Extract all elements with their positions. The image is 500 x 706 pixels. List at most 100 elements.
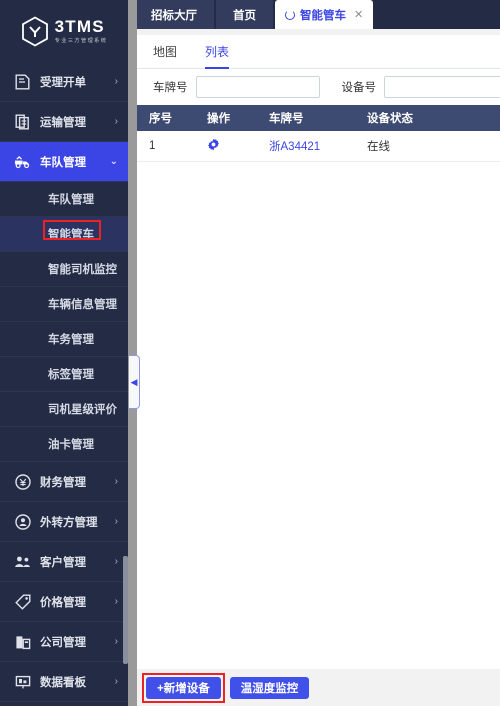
sidebar-item-waizhuanfang-guanli[interactable]: 外转方管理 › (0, 502, 128, 542)
chevron-right-icon: › (114, 555, 118, 567)
sidebar-subitem-label: 智能管车 (48, 229, 94, 241)
sidebar-collapse-handle[interactable]: ◀ (129, 355, 140, 409)
sidebar-item-label: 数据看板 (40, 676, 86, 689)
device-number-input[interactable] (384, 76, 500, 98)
user-circle-icon (14, 513, 31, 530)
cell-status: 在线 (355, 131, 500, 162)
chevron-right-icon: › (114, 75, 118, 87)
sidebar-subitem-cheliang-xinxi-guanli[interactable]: 车辆信息管理 (0, 287, 128, 322)
main-region: 招标大厅 首页 智能管车 ✕ 地图 列表 车牌号 设备号 序号 操作 车牌号 设… (128, 0, 500, 706)
sidebar-subitem-biaoqian-guanli[interactable]: 标签管理 (0, 357, 128, 392)
table-head: 序号 操作 车牌号 设备状态 (137, 105, 500, 131)
tab-zhaobiao-datang[interactable]: 招标大厅 (134, 0, 214, 29)
panel-edge-divider (128, 0, 137, 706)
chevron-right-icon: › (114, 635, 118, 647)
footer-actions: +新增设备 温湿度监控 (137, 669, 500, 706)
sidebar-menu-bottom: 财务管理 › 外转方管理 › 客户管理 › 价格管理 › 公司管理 › 数据看板… (0, 462, 128, 706)
spinner-icon (285, 9, 295, 20)
column-header-plate[interactable]: 车牌号 (257, 105, 355, 131)
sidebar-subitem-zhineng-siji-jiankong[interactable]: 智能司机监控 (0, 252, 128, 287)
temperature-humidity-monitor-button[interactable]: 温湿度监控 (229, 676, 310, 699)
sidebar-item-shuju-kanban[interactable]: 数据看板 › (0, 662, 128, 702)
plate-number-link[interactable]: 浙A34421 (269, 141, 320, 153)
price-tag-icon (14, 593, 31, 610)
sidebar-item-jiage-guanli[interactable]: 价格管理 › (0, 582, 128, 622)
sidebar-subitem-label: 标签管理 (48, 369, 94, 381)
device-table: 序号 操作 车牌号 设备状态 1 浙A34421 在线 (137, 105, 500, 669)
sidebar-item-label: 财务管理 (40, 476, 86, 489)
sidebar-item-label: 运输管理 (40, 116, 86, 129)
brand-logo[interactable]: 3TMS 专业三方管理系统 (0, 0, 128, 62)
column-header-no[interactable]: 序号 (137, 105, 195, 131)
document-edit-icon (14, 73, 31, 90)
add-device-button-wrapper: +新增设备 (142, 672, 225, 703)
documents-icon (14, 113, 31, 130)
chevron-right-icon: › (114, 475, 118, 487)
view-tab-liebiao[interactable]: 列表 (205, 35, 230, 69)
cell-operation (195, 131, 257, 162)
column-header-operation[interactable]: 操作 (195, 105, 257, 131)
sidebar-item-shouli-kaidan[interactable]: 受理开单 › (0, 62, 128, 102)
sidebar-subitem-siji-xingji-pingjia[interactable]: 司机星级评价 (0, 392, 128, 427)
plate-filter-label: 车牌号 (153, 82, 188, 94)
view-tab-ditu[interactable]: 地图 (153, 35, 177, 69)
tab-label: 招标大厅 (151, 9, 197, 22)
sidebar-item-label: 客户管理 (40, 556, 86, 569)
sidebar-subitem-youka-guanli[interactable]: 油卡管理 (0, 427, 128, 462)
chevron-right-icon: › (114, 595, 118, 607)
sidebar-item-label: 外转方管理 (40, 516, 98, 529)
view-tabs: 地图 列表 (137, 35, 500, 69)
cell-no: 1 (137, 131, 195, 162)
sidebar-item-yunshu-guanli[interactable]: 运输管理 › (0, 102, 128, 142)
sidebar-subitem-label: 车队管理 (48, 194, 94, 206)
hexagon-y-logo-icon (21, 15, 49, 47)
gear-icon[interactable] (207, 138, 220, 153)
sidebar-item-kehu-guanli[interactable]: 客户管理 › (0, 542, 128, 582)
sidebar-subitem-label: 车务管理 (48, 334, 94, 346)
sidebar-item-label: 价格管理 (40, 596, 86, 609)
view-tab-label: 列表 (205, 45, 230, 59)
table-row[interactable]: 1 浙A34421 在线 (137, 131, 500, 162)
sidebar-item-label: 车队管理 (40, 156, 86, 169)
tab-label: 智能管车 (300, 9, 346, 22)
sidebar-subitem-chedui-guanli[interactable]: 车队管理 (0, 182, 128, 217)
sidebar-submenu-chedui: 车队管理 智能管车 智能司机监控 车辆信息管理 车务管理 标签管理 司机星级评价… (0, 182, 128, 462)
sidebar-menu-top: 受理开单 › 运输管理 › 车队管理 ⌄ (0, 62, 128, 182)
sidebar-subitem-chewu-guanli[interactable]: 车务管理 (0, 322, 128, 357)
sidebar-item-chedui-guanli[interactable]: 车队管理 ⌄ (0, 142, 128, 182)
sidebar-item-label: 公司管理 (40, 636, 86, 649)
brand-name: 3TMS (54, 16, 105, 36)
table-body: 1 浙A34421 在线 (137, 131, 500, 162)
add-device-button[interactable]: +新增设备 (146, 676, 221, 699)
close-icon[interactable]: ✕ (354, 8, 363, 21)
tab-zhineng-guanche[interactable]: 智能管车 ✕ (275, 0, 374, 29)
sidebar-subitem-zhineng-guanche[interactable]: 智能管车 (0, 217, 128, 252)
building-icon (14, 633, 31, 650)
sidebar-item-gongsi-guanli[interactable]: 公司管理 › (0, 622, 128, 662)
sidebar-item-label: 受理开单 (40, 76, 86, 89)
chevron-right-icon: › (114, 675, 118, 687)
device-table-grid: 序号 操作 车牌号 设备状态 1 浙A34421 在线 (137, 105, 500, 162)
sidebar-item-caiwu-guanli[interactable]: 财务管理 › (0, 462, 128, 502)
truck-icon (14, 153, 31, 170)
view-tab-label: 地图 (153, 45, 178, 59)
sidebar-scroll-area[interactable]: 3TMS 专业三方管理系统 受理开单 › 运输管理 › 车队管理 ⌄ 车队管理 … (0, 0, 128, 706)
yuan-coin-icon (14, 473, 31, 490)
sidebar-subitem-label: 油卡管理 (48, 439, 94, 451)
plate-number-input[interactable] (195, 76, 320, 98)
content-area: 地图 列表 车牌号 设备号 序号 操作 车牌号 设备状态 1 浙A34421 在… (128, 29, 500, 706)
device-filter-label: 设备号 (341, 82, 377, 94)
chevron-down-icon: ⌄ (109, 155, 118, 167)
tab-shouye[interactable]: 首页 (216, 0, 273, 29)
tab-bar: 招标大厅 首页 智能管车 ✕ (128, 0, 500, 29)
users-icon (14, 553, 31, 570)
sidebar-item-xitong-shezhi[interactable]: 系统设置 (0, 702, 128, 706)
column-header-status[interactable]: 设备状态 (355, 105, 500, 131)
sidebar-subitem-label: 智能司机监控 (48, 264, 117, 276)
app-root: 3TMS 专业三方管理系统 受理开单 › 运输管理 › 车队管理 ⌄ 车队管理 … (0, 0, 500, 706)
content-panel: 地图 列表 车牌号 设备号 序号 操作 车牌号 设备状态 1 浙A34421 在… (137, 35, 500, 669)
sidebar-subitem-label: 车辆信息管理 (48, 299, 117, 311)
brand-subtitle: 专业三方管理系统 (54, 37, 108, 44)
chevron-left-icon: ◀ (130, 376, 138, 387)
filter-bar: 车牌号 设备号 (137, 69, 500, 105)
